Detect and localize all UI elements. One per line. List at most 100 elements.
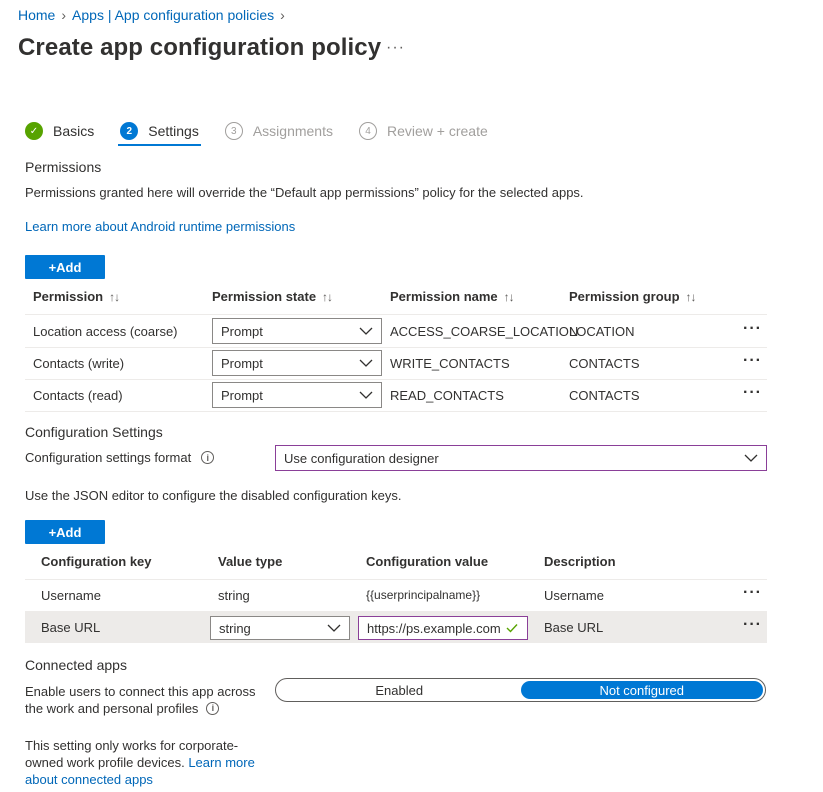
step-settings[interactable]: 2 Settings (118, 117, 201, 146)
chevron-down-icon (327, 624, 341, 632)
add-permission-button[interactable]: +Add (25, 255, 105, 279)
more-options-icon[interactable]: ··· (743, 384, 762, 402)
column-header-description: Description (544, 554, 616, 569)
more-options-icon[interactable]: ··· (743, 584, 762, 602)
permission-state-dropdown[interactable]: Prompt (212, 318, 382, 344)
format-label: Configuration settings format (25, 450, 192, 465)
wizard-steps: ✓ Basics 2 Settings 3 Assignments 4 Revi… (25, 117, 514, 146)
android-permissions-link[interactable]: Learn more about Android runtime permiss… (25, 219, 295, 234)
configuration-value-input[interactable]: https://ps.example.com (358, 616, 528, 640)
connected-apps-heading: Connected apps (25, 657, 127, 673)
step-number: 2 (120, 122, 139, 140)
column-label: Permission name (390, 289, 498, 304)
info-icon[interactable]: i (206, 702, 220, 715)
sort-icon: ↑↓ (109, 289, 120, 304)
more-options-icon[interactable]: ··· (386, 39, 405, 57)
sort-icon: ↑↓ (322, 289, 333, 304)
chevron-right-icon: › (61, 7, 67, 23)
info-icon[interactable]: i (201, 451, 215, 464)
format-label-row: Configuration settings format i (25, 450, 215, 465)
label-line: the work and personal profiles (25, 701, 199, 716)
chevron-right-icon: › (280, 7, 285, 23)
column-label: Permission state (212, 289, 317, 304)
permissions-heading: Permissions (25, 159, 102, 175)
add-configuration-key-button[interactable]: +Add (25, 520, 105, 544)
permission-state-dropdown[interactable]: Prompt (212, 350, 382, 376)
table-row: Location access (coarse) Prompt ACCESS_C… (25, 315, 767, 347)
checkmark-icon (506, 624, 518, 633)
sort-icon: ↑↓ (685, 289, 697, 304)
configuration-key-cell: Base URL (41, 620, 101, 635)
permission-group-cell: CONTACTS (569, 356, 640, 371)
sort-icon: ↑↓ (503, 289, 515, 304)
chevron-down-icon (359, 391, 373, 399)
dropdown-value: Use configuration designer (284, 450, 439, 466)
table-row: Contacts (read) Prompt READ_CONTACTS CON… (25, 379, 767, 411)
configuration-format-dropdown[interactable]: Use configuration designer (275, 445, 767, 471)
column-header-permission-name[interactable]: Permission name ↑↓ (390, 289, 515, 304)
step-label: Basics (53, 123, 95, 139)
connected-apps-label: Enable users to connect this app across … (25, 683, 256, 717)
connected-apps-link[interactable]: about connected apps (25, 772, 153, 787)
permission-cell: Contacts (write) (33, 356, 125, 371)
permission-name-cell: ACCESS_COARSE_LOCATION (390, 324, 579, 339)
chevron-down-icon (744, 454, 758, 462)
more-options-icon[interactable]: ··· (743, 320, 762, 338)
chevron-down-icon (359, 327, 373, 335)
step-label: Review + create (386, 123, 488, 139)
permission-name-cell: READ_CONTACTS (390, 388, 504, 403)
more-options-icon[interactable]: ··· (743, 616, 762, 634)
more-options-icon[interactable]: ··· (743, 352, 762, 370)
column-label: Permission (33, 289, 104, 304)
divider (25, 411, 767, 412)
value-type-cell: string (218, 588, 250, 603)
dropdown-value: Prompt (221, 387, 263, 403)
dropdown-value: string (219, 620, 251, 636)
step-review-create[interactable]: 4 Review + create (358, 117, 488, 145)
permission-group-cell: LOCATION (569, 324, 635, 339)
permission-group-cell: CONTACTS (569, 388, 640, 403)
toggle-not-configured[interactable]: Not configured (520, 681, 763, 699)
note-line: This setting only works for corporate- (25, 738, 239, 753)
step-assignments[interactable]: 3 Assignments (224, 117, 333, 145)
dropdown-value: Prompt (221, 323, 263, 339)
table-row-selected: Base URL string https://ps.example.com B… (25, 612, 767, 643)
json-editor-note: Use the JSON editor to configure the dis… (25, 488, 402, 503)
connected-apps-note: This setting only works for corporate- o… (25, 737, 255, 788)
description-cell: Base URL (544, 620, 604, 635)
permissions-description: Permissions granted here will override t… (25, 185, 584, 200)
label-line: Enable users to connect this app across (25, 684, 256, 699)
configuration-key-cell: Username (41, 588, 101, 603)
description-cell: Username (544, 588, 604, 603)
table-row: Username string {{userprincipalname}} Us… (25, 580, 767, 611)
dropdown-value: Prompt (221, 355, 263, 371)
input-value: https://ps.example.com (367, 620, 501, 636)
note-line-row: owned work profile devices. Learn more (25, 754, 255, 771)
configuration-settings-heading: Configuration Settings (25, 424, 163, 440)
column-header-configuration-value: Configuration value (366, 554, 489, 569)
step-basics[interactable]: ✓ Basics (25, 117, 94, 145)
checkmark-icon: ✓ (25, 122, 43, 140)
permission-cell: Contacts (read) (33, 388, 123, 403)
column-header-configuration-key: Configuration key (41, 554, 152, 569)
step-number: 4 (358, 122, 377, 140)
column-header-value-type: Value type (218, 554, 283, 569)
column-header-permission[interactable]: Permission ↑↓ (33, 289, 120, 304)
table-row: Contacts (write) Prompt WRITE_CONTACTS C… (25, 347, 767, 379)
value-type-dropdown[interactable]: string (210, 616, 350, 640)
chevron-down-icon (359, 359, 373, 367)
step-number: 3 (224, 122, 243, 140)
connected-apps-toggle[interactable]: Enabled Not configured (275, 678, 766, 702)
permission-cell: Location access (coarse) (33, 324, 178, 339)
toggle-enabled[interactable]: Enabled (278, 681, 521, 699)
learn-more-link[interactable]: Learn more (188, 755, 254, 770)
column-header-permission-state[interactable]: Permission state ↑↓ (212, 289, 333, 304)
step-label: Assignments (252, 123, 333, 139)
breadcrumb-apps[interactable]: Apps | App configuration policies (72, 7, 274, 23)
page-title: Create app configuration policy (18, 34, 382, 61)
permission-state-dropdown[interactable]: Prompt (212, 382, 382, 408)
note-line: owned work profile devices. (25, 755, 185, 770)
breadcrumb-home[interactable]: Home (18, 7, 55, 23)
column-header-permission-group[interactable]: Permission group ↑↓ (569, 289, 697, 304)
permission-name-cell: WRITE_CONTACTS (390, 356, 510, 371)
